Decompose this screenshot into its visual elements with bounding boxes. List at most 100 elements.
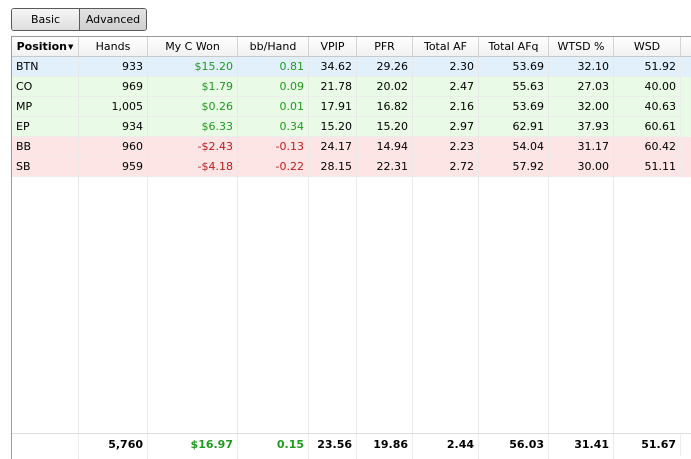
cell-vpip: 28.15 [309,157,357,177]
cell-my-c-won: $6.33 [148,117,238,137]
cell-my-c-won: -$4.18 [148,157,238,177]
column-divider [237,57,238,459]
total-bb-per-hand: 0.15 [238,434,309,456]
column-divider [147,57,148,459]
cell-my-c-won: $1.79 [148,77,238,97]
column-header-bb-per-hand[interactable]: bb/Hand [238,37,309,56]
cell-vpip: 21.78 [309,77,357,97]
column-header-label: My C Won [165,40,220,53]
cell-total-afq: 57.92 [479,157,549,177]
cell-vpip: 17.91 [309,97,357,117]
column-header-label: Position [16,40,67,53]
cell-wsd: 60.61 [614,117,681,137]
column-header-wsd[interactable]: WSD [614,37,681,56]
view-toggle: Basic Advanced [11,8,147,31]
advanced-tab[interactable]: Advanced [80,9,146,30]
table-row[interactable]: SB 959 -$4.18 -0.22 28.15 22.31 2.72 57.92 30.00… [12,157,691,177]
cell-position: CO [12,77,79,97]
total-total-af: 2.44 [413,434,479,456]
cell-my-c-won: $15.20 [148,57,238,77]
cell-wtsd: 32.10 [549,57,614,77]
cell-pfr: 14.94 [357,137,413,157]
cell-wsd: 51.11 [614,157,681,177]
column-header-label: Hands [95,40,131,53]
basic-tab[interactable]: Basic [12,9,80,30]
cell-pfr: 29.26 [357,57,413,77]
cell-hands: 934 [79,117,148,137]
column-header-vpip[interactable]: VPIP [309,37,357,56]
cell-wsd: 40.00 [614,77,681,97]
cell-vpip: 24.17 [309,137,357,157]
column-header-label: Total AFq [488,40,539,53]
column-header-my-c-won[interactable]: My C Won [148,37,238,56]
total-position [12,434,79,456]
cell-wtsd: 31.17 [549,137,614,157]
cell-bb-per-hand: 0.81 [238,57,309,77]
total-total-afq: 56.03 [479,434,549,456]
cell-wtsd: 27.03 [549,77,614,97]
column-header-label: bb/Hand [249,40,297,53]
cell-my-c-won: $0.26 [148,97,238,117]
cell-wtsd: 30.00 [549,157,614,177]
cell-total-afq: 53.69 [479,57,549,77]
column-divider [308,57,309,459]
grid-header: Position▼ Hands My C Won bb/Hand VPIP PFR Tota… [12,37,691,57]
cell-total-af: 2.30 [413,57,479,77]
cell-position: SB [12,157,79,177]
table-row[interactable]: BTN 933 $15.20 0.81 34.62 29.26 2.30 53.69 32.10… [12,57,691,77]
cell-bb-per-hand: 0.34 [238,117,309,137]
column-divider [356,57,357,459]
total-hands: 5,760 [79,434,148,456]
column-header-total-af[interactable]: Total AF [413,37,479,56]
total-wsd: 51.67 [614,434,681,456]
cell-wsd: 60.42 [614,137,681,157]
cell-wtsd: 32.00 [549,97,614,117]
cell-total-afq: 55.63 [479,77,549,97]
sort-descending-icon: ▼ [67,42,74,51]
cell-bb-per-hand: 0.01 [238,97,309,117]
cell-hands: 1,005 [79,97,148,117]
cell-position: BTN [12,57,79,77]
cell-bb-per-hand: -0.22 [238,157,309,177]
total-wtsd: 31.41 [549,434,614,456]
cell-pfr: 15.20 [357,117,413,137]
column-divider [78,57,79,459]
cell-pfr: 22.31 [357,157,413,177]
totals-row: 5,760 $16.97 0.15 23.56 19.86 2.44 56.03 31.41 5… [12,433,691,456]
cell-vpip: 34.62 [309,57,357,77]
column-header-label: WTSD % [557,40,605,53]
column-header-pfr[interactable]: PFR [357,37,413,56]
cell-pfr: 16.82 [357,97,413,117]
table-row[interactable]: EP 934 $6.33 0.34 15.20 15.20 2.97 62.91 37.93 60… [12,117,691,137]
column-header-position[interactable]: Position▼ [12,37,79,56]
cell-wsd: 40.63 [614,97,681,117]
column-header-wtsd[interactable]: WTSD % [549,37,614,56]
cell-my-c-won: -$2.43 [148,137,238,157]
cell-total-af: 2.47 [413,77,479,97]
cell-total-af: 2.23 [413,137,479,157]
cell-pfr: 20.02 [357,77,413,97]
cell-total-af: 2.16 [413,97,479,117]
column-divider [613,57,614,459]
column-divider [548,57,549,459]
cell-total-afq: 62.91 [479,117,549,137]
column-header-total-afq[interactable]: Total AFq [479,37,549,56]
cell-total-af: 2.97 [413,117,479,137]
cell-position: BB [12,137,79,157]
total-my-c-won: $16.97 [148,434,238,456]
cell-wtsd: 37.93 [549,117,614,137]
cell-hands: 959 [79,157,148,177]
table-row[interactable]: BB 960 -$2.43 -0.13 24.17 14.94 2.23 54.04 31.17… [12,137,691,157]
column-header-label: PFR [374,40,395,53]
cell-bb-per-hand: -0.13 [238,137,309,157]
cell-hands: 960 [79,137,148,157]
table-row[interactable]: CO 969 $1.79 0.09 21.78 20.02 2.47 55.63 27.03 40… [12,77,691,97]
cell-hands: 969 [79,77,148,97]
total-vpip: 23.56 [309,434,357,456]
column-header-label: VPIP [320,40,345,53]
column-header-label: Total AF [423,40,468,53]
cell-total-afq: 53.69 [479,97,549,117]
table-row[interactable]: MP 1,005 $0.26 0.01 17.91 16.82 2.16 53.69 32.00… [12,97,691,117]
cell-total-afq: 54.04 [479,137,549,157]
column-header-hands[interactable]: Hands [79,37,148,56]
